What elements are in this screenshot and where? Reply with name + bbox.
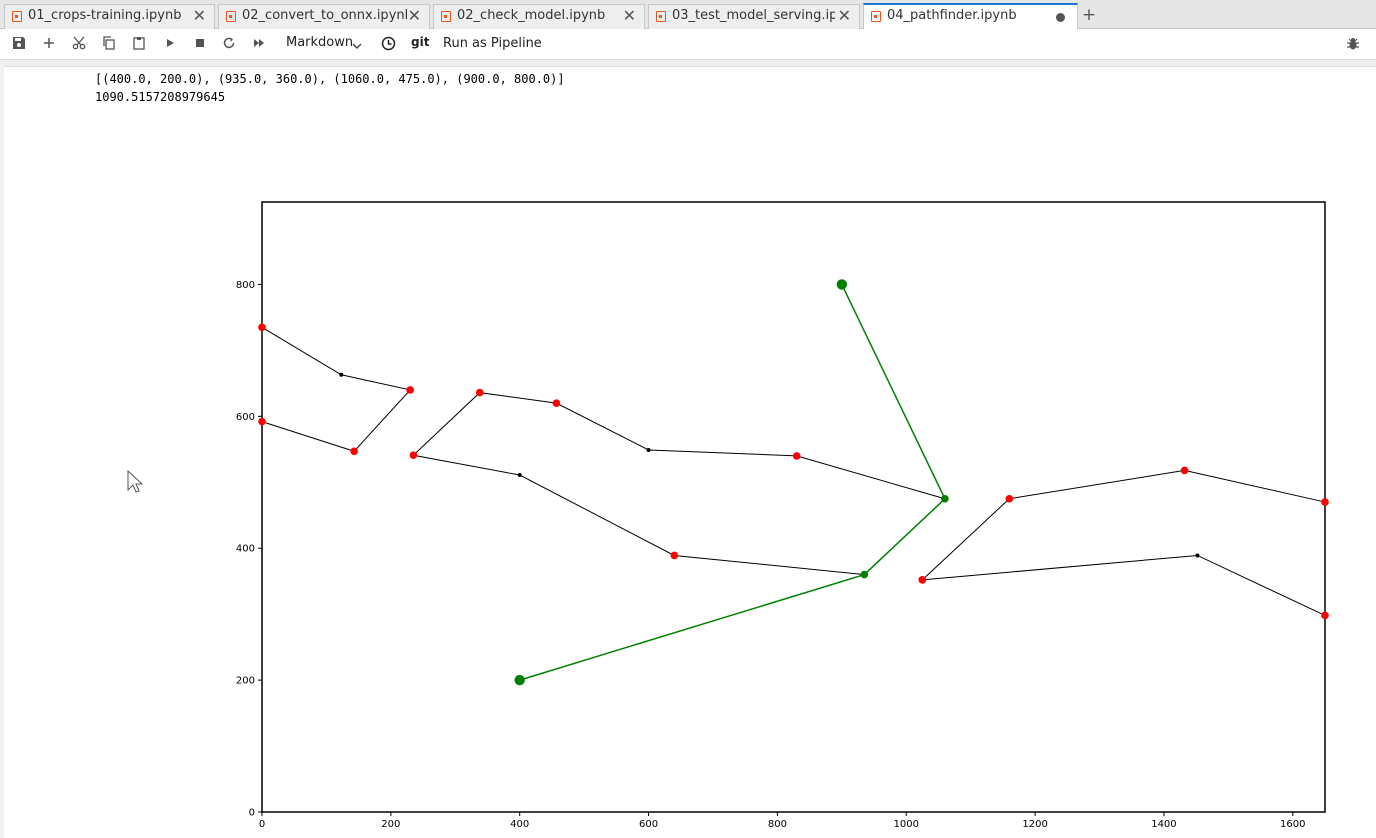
x-tick-label: 800 [768,819,787,830]
y-tick-label: 800 [236,280,255,291]
y-tick-label: 600 [236,412,255,423]
red-node [475,388,484,397]
red-node [409,451,418,460]
red-node [1005,494,1014,503]
x-tick-label: 1000 [894,819,919,830]
path-node [860,570,869,579]
red-node [350,447,358,456]
x-tick-label: 1600 [1280,819,1305,830]
black-node [646,447,651,452]
path-node [941,494,949,503]
x-tick-label: 400 [510,819,529,830]
red-node [1180,466,1189,475]
start-node [514,674,525,686]
y-tick-label: 200 [236,676,255,687]
red-node [1321,611,1329,620]
red-node [258,323,266,332]
x-tick-label: 0 [259,819,265,830]
red-node [552,399,561,407]
y-tick-label: 400 [236,544,255,555]
black-node [517,473,522,478]
red-node [918,576,927,584]
red-node [258,417,266,426]
x-tick-label: 1200 [1022,819,1047,830]
goal-node [836,279,848,290]
plot-frame [261,201,1326,813]
red-node [670,551,679,560]
y-tick-label: 0 [249,808,255,819]
mouse-cursor-icon [127,470,143,493]
red-node [1321,498,1329,506]
pathfinder-plot: 0 200 400 600 800 1000 1200 1400 1600 0 200 400 600 8… [236,201,1329,830]
red-node [406,386,414,394]
x-tick-label: 200 [381,819,400,830]
black-node [1195,553,1200,558]
x-tick-label: 600 [639,819,658,830]
x-tick-label: 1400 [1151,819,1176,830]
black-node [339,372,344,377]
red-node [792,452,801,460]
